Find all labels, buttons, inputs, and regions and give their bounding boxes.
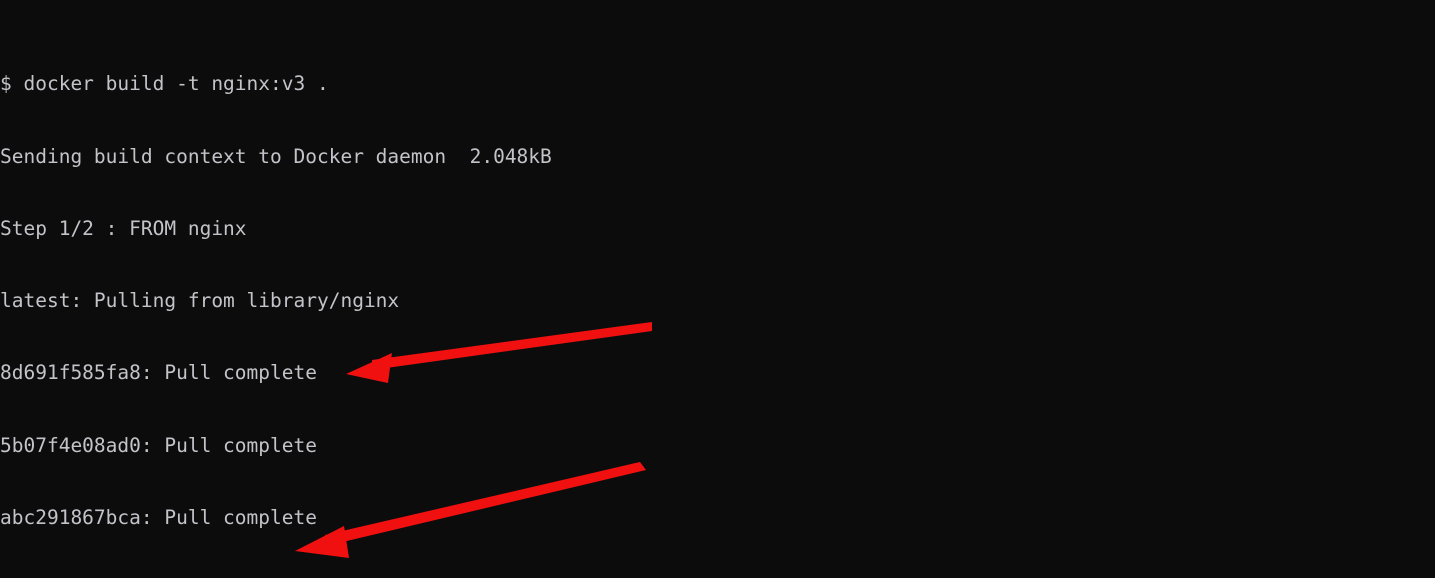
terminal-line-pull-complete-2: 5b07f4e08ad0: Pull complete <box>0 433 317 457</box>
terminal-line-pull-complete-3: abc291867bca: Pull complete <box>0 505 317 529</box>
terminal-line-pull-complete-1: 8d691f585fa8: Pull complete <box>0 361 317 385</box>
terminal-line-pulling-library: latest: Pulling from library/nginx <box>0 289 400 313</box>
terminal-window[interactable]: $ docker build -t nginx:v3 . Sending bui… <box>0 0 1435 578</box>
terminal-line-step-1: Step 1/2 : FROM nginx <box>0 216 247 240</box>
terminal-screen[interactable]: $ docker build -t nginx:v3 . Sending bui… <box>0 0 1435 578</box>
terminal-line-sending-context: Sending build context to Docker daemon 2… <box>0 144 552 168</box>
terminal-line-command-docker-build: $ docker build -t nginx:v3 . <box>0 72 329 96</box>
